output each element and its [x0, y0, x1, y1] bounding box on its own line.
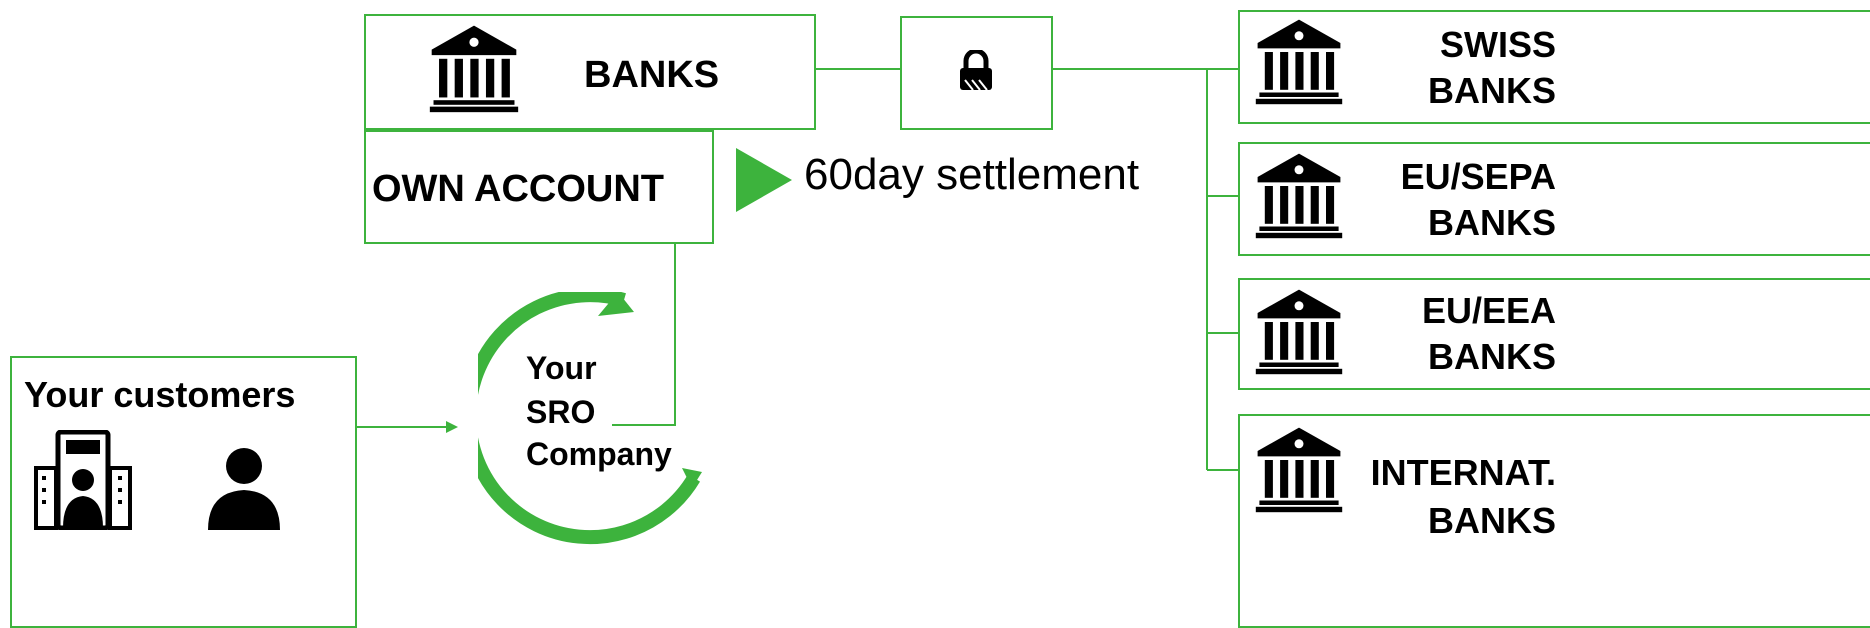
bank-group-line2: BANKS: [1427, 202, 1556, 243]
company-line2: SRO: [526, 394, 596, 430]
kiosk-terminal-icon: [34, 430, 132, 530]
company-line3: Company: [526, 436, 672, 472]
bank-group-line2: BANKS: [1427, 336, 1556, 377]
person-icon: [208, 448, 280, 530]
bank-group-line2: BANKS: [1427, 70, 1556, 111]
lock-icon: [960, 50, 992, 91]
banks-label: BANKS: [584, 54, 720, 96]
bank-group-line1: EU/SEPA: [1400, 156, 1556, 197]
bank-icon: [1255, 153, 1343, 239]
bank-icon: [429, 25, 519, 113]
bank-group-line1: EU/EEA: [1421, 290, 1556, 331]
bank-group-line1: SWISS: [1439, 24, 1556, 65]
bank-group-line2: BANKS: [1427, 500, 1556, 541]
customers-label: Your customers: [24, 374, 296, 415]
company-line1: Your: [526, 350, 597, 386]
settlement-label: 60day settlement: [804, 150, 1140, 199]
play-arrow-icon: [736, 148, 792, 212]
bank-group-line1: INTERNAT.: [1370, 452, 1556, 493]
own-account-label: OWN ACCOUNT: [372, 168, 664, 210]
bank-icon: [1255, 289, 1343, 375]
bank-icon: [1255, 427, 1343, 513]
bank-icon: [1255, 19, 1343, 105]
